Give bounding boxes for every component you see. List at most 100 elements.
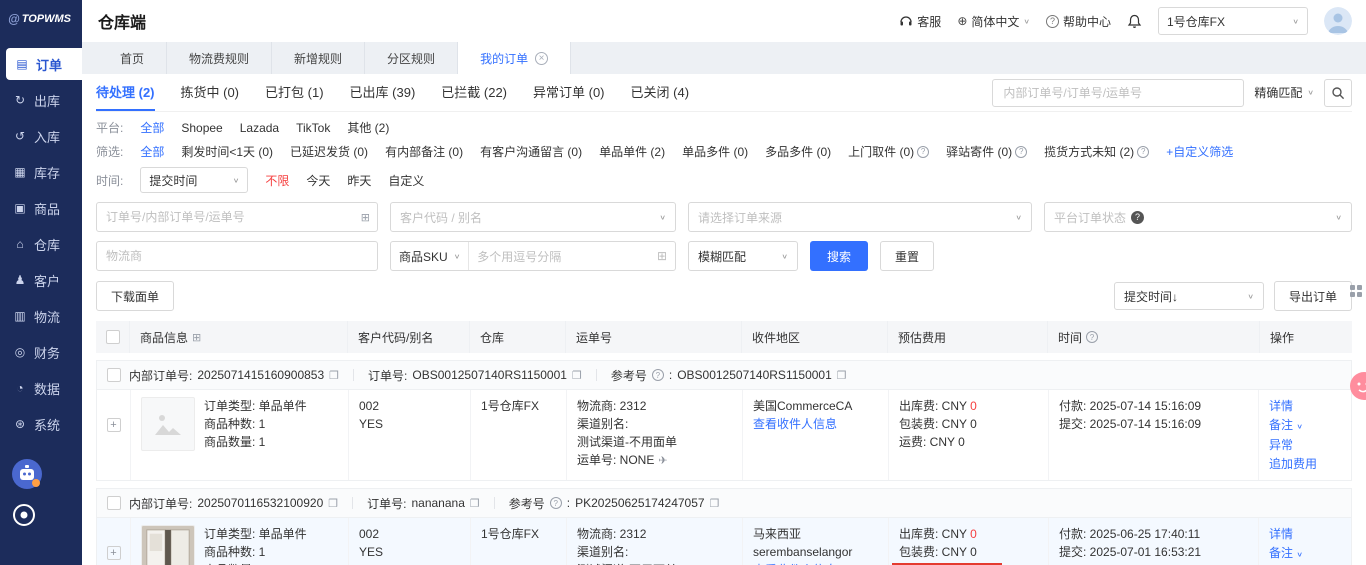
record-ring-icon[interactable] [12, 503, 36, 527]
help-icon[interactable]: ? [1086, 331, 1098, 343]
sidebar-item-outbound[interactable]: ↻ 出库 [0, 84, 82, 116]
status-tab-pending[interactable]: 待处理 (2) [96, 74, 155, 111]
copy-icon[interactable]: ❐ [837, 369, 847, 382]
extra-fee-link[interactable]: 追加费用 [1269, 455, 1341, 473]
sidebar-item-inventory[interactable]: ▦ 库存 [0, 156, 82, 188]
tab-close-icon[interactable]: × [535, 52, 548, 65]
sku-field-select[interactable]: 商品SKU ∨ [391, 242, 469, 270]
warehouse-select[interactable]: 1号仓库FX ∨ [1158, 7, 1308, 35]
reset-button[interactable]: 重置 [880, 241, 934, 271]
sidebar-item-finance[interactable]: ◎ 财务 [0, 336, 82, 368]
multi-input-icon[interactable]: ⊞ [657, 249, 667, 263]
expand-row-icon[interactable]: + [107, 546, 121, 560]
help-icon[interactable]: ? [1137, 146, 1149, 158]
avatar[interactable] [1324, 7, 1352, 35]
help-icon[interactable]: ? [652, 369, 664, 381]
order-source-select[interactable]: 请选择订单来源 ∨ [688, 202, 1032, 232]
fuzzy-match-select[interactable]: 模糊匹配 ∨ [688, 241, 798, 271]
column-toggle-icon[interactable]: ⊞ [192, 331, 201, 344]
filter-option-door-pickup[interactable]: 上门取件 (0) ? [848, 143, 929, 160]
status-tab-packed[interactable]: 已打包 (1) [265, 74, 324, 111]
sidebar-item-products[interactable]: ▣ 商品 [0, 192, 82, 224]
order-no-input[interactable] [96, 202, 378, 232]
product-thumbnail[interactable] [141, 525, 195, 565]
select-all-checkbox[interactable] [106, 330, 120, 344]
platform-option-all[interactable]: 全部 [140, 119, 164, 136]
help-icon[interactable]: ? [1015, 146, 1027, 158]
copy-icon[interactable]: ❐ [572, 369, 582, 382]
notification-bell-button[interactable] [1127, 14, 1142, 29]
sidebar-item-system[interactable]: ⊛ 系统 [0, 408, 82, 440]
remark-link[interactable]: 备注 ∨ [1269, 416, 1341, 435]
product-thumbnail[interactable] [141, 397, 195, 451]
status-tab-abnormal[interactable]: 异常订单 (0) [533, 74, 605, 111]
status-tab-picking[interactable]: 拣货中 (0) [181, 74, 240, 111]
filter-option-internal-note[interactable]: 有内部备注 (0) [385, 143, 463, 160]
tab-logistics-fee-rules[interactable]: 物流费规则 [167, 42, 272, 74]
view-recipient-link[interactable]: 查看收件人信息 [753, 415, 878, 433]
sidebar-item-customers[interactable]: ♟ 客户 [0, 264, 82, 296]
filter-option-pickup-unknown[interactable]: 揽货方式未知 (2) ? [1044, 143, 1149, 160]
status-tab-shipped[interactable]: 已出库 (39) [350, 74, 416, 111]
tab-new-rule[interactable]: 新增规则 [272, 42, 365, 74]
platform-option-lazada[interactable]: Lazada [240, 121, 279, 135]
filter-option-customer-message[interactable]: 有客户沟通留言 (0) [480, 143, 582, 160]
order-checkbox[interactable] [107, 496, 121, 510]
filter-option-single-multi[interactable]: 单品多件 (0) [682, 143, 748, 160]
tab-zone-rules[interactable]: 分区规则 [365, 42, 458, 74]
status-tab-closed[interactable]: 已关闭 (4) [631, 74, 690, 111]
platform-option-shopee[interactable]: Shopee [181, 121, 222, 135]
copy-icon[interactable]: ❐ [470, 497, 480, 510]
sidebar-item-warehouse[interactable]: ⌂ 仓库 [0, 228, 82, 260]
custom-filter-link[interactable]: +自定义筛选 [1166, 143, 1233, 160]
order-checkbox[interactable] [107, 368, 121, 382]
filter-option-ship-lt-1day[interactable]: 剩发时间<1天 (0) [181, 143, 273, 160]
time-option-yesterday[interactable]: 昨天 [347, 172, 371, 189]
feedback-float-button[interactable] [1350, 372, 1366, 400]
time-option-unlimited[interactable]: 不限 [265, 172, 289, 189]
column-settings-icon[interactable] [1349, 284, 1363, 298]
send-icon[interactable]: ✈ [658, 455, 667, 467]
copy-icon[interactable]: ❐ [329, 369, 339, 382]
customer-code-select[interactable]: 客户代码 / 别名 ∨ [390, 202, 676, 232]
time-field-select[interactable]: 提交时间 ∨ [140, 167, 248, 193]
download-label-button[interactable]: 下载面单 [96, 281, 174, 311]
copy-icon[interactable]: ❐ [328, 497, 338, 510]
sort-select[interactable]: 提交时间↓ ∨ [1114, 282, 1264, 310]
multi-input-icon[interactable]: ⊞ [361, 211, 370, 224]
sidebar-item-inbound[interactable]: ↺ 入库 [0, 120, 82, 152]
sidebar-item-logistics[interactable]: ▥ 物流 [0, 300, 82, 332]
export-orders-button[interactable]: 导出订单 [1274, 281, 1352, 311]
help-icon[interactable]: ? [550, 497, 562, 509]
match-mode-select[interactable]: 精确匹配 ∨ [1252, 84, 1316, 101]
assistant-robot-icon[interactable] [12, 459, 42, 489]
sku-value-input[interactable]: 多个用逗号分隔 ⊞ [469, 248, 675, 265]
tab-home[interactable]: 首页 [98, 42, 167, 74]
detail-link[interactable]: 详情 [1269, 397, 1341, 415]
platform-option-other[interactable]: 其他 (2) [347, 119, 389, 136]
language-select[interactable]: ⊕ 简体中文 ∨ [957, 13, 1030, 30]
filter-option-single-single[interactable]: 单品单件 (2) [599, 143, 665, 160]
help-icon[interactable]: ? [917, 146, 929, 158]
tab-my-orders[interactable]: 我的订单 × [458, 42, 571, 74]
platform-option-tiktok[interactable]: TikTok [296, 121, 330, 135]
filter-option-station-send[interactable]: 驿站寄件 (0) ? [946, 143, 1027, 160]
help-center-link[interactable]: ? 帮助中心 [1046, 13, 1111, 30]
search-icon-button[interactable] [1324, 79, 1352, 107]
copy-icon[interactable]: ❐ [710, 497, 720, 510]
search-button[interactable]: 搜索 [810, 241, 868, 271]
detail-link[interactable]: 详情 [1269, 525, 1341, 543]
filter-option-all[interactable]: 全部 [140, 143, 164, 160]
logistics-provider-input[interactable] [96, 241, 378, 271]
time-option-custom[interactable]: 自定义 [388, 172, 424, 189]
view-recipient-link[interactable]: 查看收件人信息 [753, 561, 878, 565]
expand-row-icon[interactable]: + [107, 418, 121, 432]
status-tab-intercepted[interactable]: 已拦截 (22) [441, 74, 507, 111]
remark-link[interactable]: 备注 ∨ [1269, 544, 1341, 563]
quick-search-input[interactable] [992, 79, 1244, 107]
abnormal-link[interactable]: 异常 [1269, 436, 1341, 454]
customer-service-button[interactable]: 客服 [899, 13, 941, 30]
sidebar-item-data[interactable]: ◔ 数据 [0, 372, 82, 404]
platform-status-select[interactable]: 平台订单状态 ? ∨ [1044, 202, 1352, 232]
filter-option-delayed[interactable]: 已延迟发货 (0) [290, 143, 368, 160]
